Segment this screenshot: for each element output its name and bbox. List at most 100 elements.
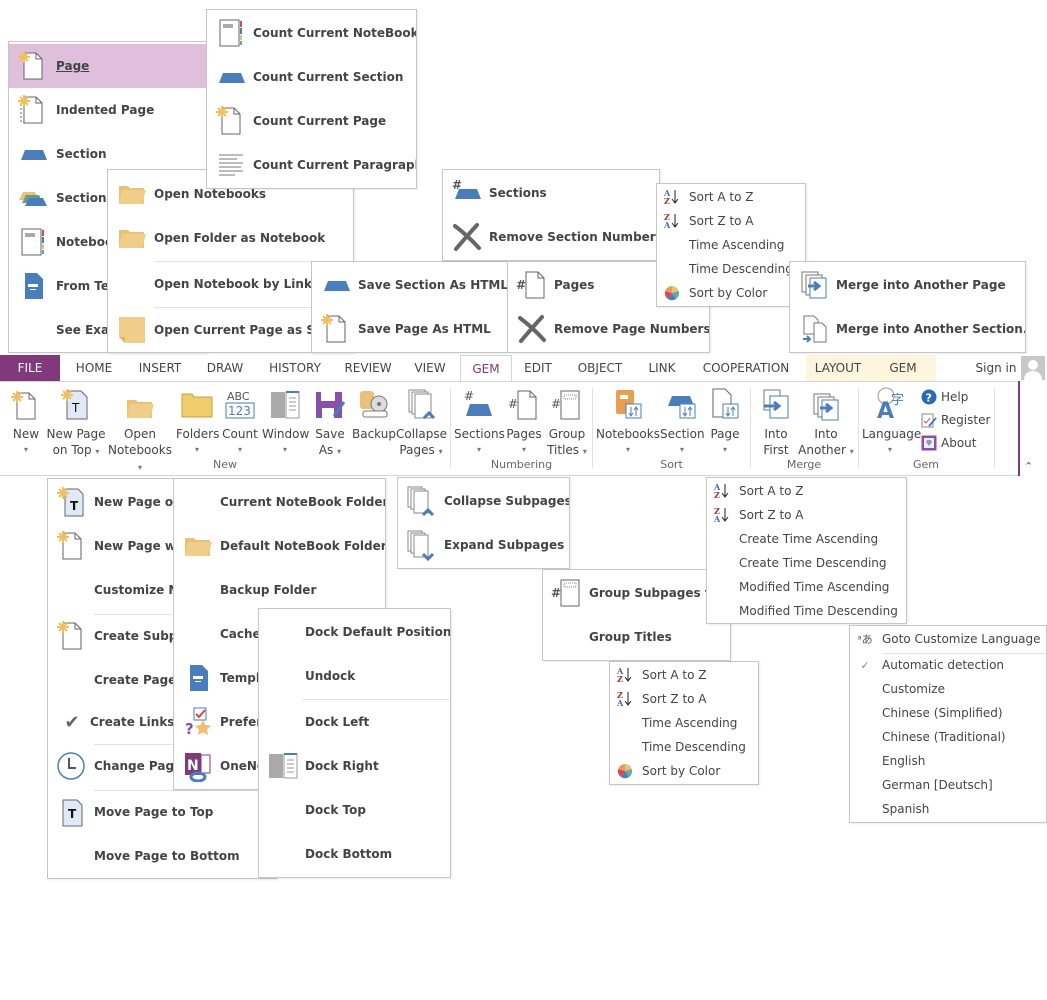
menu-item-label: Time Ascending xyxy=(689,238,785,252)
menu-item-backup-folder[interactable]: Backup Folder xyxy=(174,568,385,612)
sort-section-button[interactable]: Section ▾ xyxy=(660,386,705,458)
menu-item-expand-subpages[interactable]: Expand Subpages xyxy=(398,523,569,567)
menu-item-group-subpages-titles[interactable]: # Group Subpages titles xyxy=(543,571,730,615)
menu-item-number-sections[interactable]: # Sections xyxy=(443,171,659,215)
help-button[interactable]: ? Help xyxy=(921,387,968,407)
menu-item-default-notebook-folder[interactable]: Default NoteBook Folder xyxy=(174,524,385,568)
menu-item-count-paragraph[interactable]: Count Current Paragraph xyxy=(207,143,416,187)
into-first-button[interactable]: Into First xyxy=(756,386,796,458)
menu-item-move-page-to-top[interactable]: T Move Page to Top xyxy=(48,790,276,834)
group-separator xyxy=(858,388,859,468)
menu-item-count-section[interactable]: Count Current Section xyxy=(207,55,416,99)
new-page-on-top-button[interactable]: T New Page on Top ▾ xyxy=(46,386,106,460)
menu-item-label: Save Page As HTML xyxy=(358,322,491,336)
tab-gem-contextual[interactable]: GEM xyxy=(870,355,936,381)
menu-item-german[interactable]: German [Deutsch] xyxy=(850,773,1046,797)
menu-item-current-notebook-folder[interactable]: Current NoteBook Folder xyxy=(174,480,385,524)
menu-item-merge-section[interactable]: Merge into Another Section... xyxy=(790,307,1025,351)
menu-item-merge-page[interactable]: Merge into Another Page xyxy=(790,263,1025,307)
menu-item-save-section-html[interactable]: Save Section As HTML xyxy=(312,263,507,307)
menu-item-english[interactable]: English xyxy=(850,749,1046,773)
tab-layout[interactable]: LAYOUT xyxy=(806,355,870,381)
tab-object[interactable]: OBJECT xyxy=(570,355,630,381)
menu-item-automatic-detection[interactable]: ✓ Automatic detection xyxy=(850,653,1046,677)
tab-home[interactable]: HOME xyxy=(66,355,122,381)
sort-page-button[interactable]: Page ▾ xyxy=(706,386,744,458)
tab-gem[interactable]: GEM xyxy=(460,355,512,382)
new-page-icon xyxy=(10,386,42,422)
menu-item-count-page[interactable]: Count Current Page xyxy=(207,99,416,143)
menu-item-page[interactable]: Page xyxy=(9,44,207,88)
folders-button[interactable]: Folders ▾ xyxy=(176,386,219,458)
tab-file[interactable]: FILE xyxy=(0,355,60,381)
button-label: Pages xyxy=(399,443,435,457)
about-button[interactable]: About xyxy=(921,433,976,453)
sign-in-link[interactable]: Sign in xyxy=(972,355,1020,381)
menu-item-sort-z-a[interactable]: ZA Sort Z to A xyxy=(657,209,805,233)
register-button[interactable]: Register xyxy=(921,410,990,430)
menu-item-open-folder-as-notebook[interactable]: Open Folder as Notebook xyxy=(108,216,353,260)
avatar[interactable] xyxy=(1021,356,1045,380)
menu-item-sort-a-z[interactable]: AZ Sort A to Z xyxy=(657,185,805,209)
menu-item-sort-a-z[interactable]: AZ Sort A to Z xyxy=(707,479,906,503)
menu-item-indented-page[interactable]: Indented Page xyxy=(9,88,207,132)
collapse-ribbon-button[interactable]: ⌃ xyxy=(1024,460,1033,473)
menu-item-create-time-ascending[interactable]: Create Time Ascending xyxy=(707,527,906,551)
tab-review[interactable]: REVIEW xyxy=(338,355,398,381)
menu-item-time-descending[interactable]: Time Descending xyxy=(610,735,758,759)
menu-item-time-ascending[interactable]: Time Ascending xyxy=(610,711,758,735)
menu-item-save-page-html[interactable]: Save Page As HTML xyxy=(312,307,507,351)
pages-button[interactable]: # Pages ▾ xyxy=(504,386,544,458)
menu-item-goto-customize-language[interactable]: ᵃあ Goto Customize Language xyxy=(850,627,1046,651)
tab-edit[interactable]: EDIT xyxy=(516,355,560,381)
menu-item-spanish[interactable]: Spanish xyxy=(850,797,1046,821)
menu-item-sort-by-color[interactable]: Sort by Color xyxy=(657,281,805,305)
menu-item-move-page-to-bottom[interactable]: Move Page to Bottom xyxy=(48,834,276,878)
menu-item-group-titles[interactable]: Group Titles xyxy=(543,615,730,659)
language-icon: ᵃあ xyxy=(857,633,873,646)
sections-button[interactable]: # Sections ▾ xyxy=(454,386,505,458)
menu-item-sort-z-a[interactable]: ZA Sort Z to A xyxy=(610,687,758,711)
menu-item-sort-z-a[interactable]: ZA Sort Z to A xyxy=(707,503,906,527)
menu-item-dock-default[interactable]: Dock Default Position xyxy=(259,610,450,654)
menu-item-dock-left[interactable]: Dock Left xyxy=(259,700,450,744)
menu-item-undock[interactable]: Undock xyxy=(259,654,450,698)
menu-item-collapse-subpages[interactable]: Collapse Subpages xyxy=(398,479,569,523)
menu-item-chinese-simplified[interactable]: Chinese (Simplified) xyxy=(850,701,1046,725)
language-button[interactable]: A字 Language ▾ xyxy=(862,386,921,458)
menu-item-chinese-traditional[interactable]: Chinese (Traditional) xyxy=(850,725,1046,749)
menu-item-time-ascending[interactable]: Time Ascending xyxy=(657,233,805,257)
sort-notebooks-button[interactable]: Notebooks ▾ xyxy=(596,386,660,458)
menu-item-remove-section-numbers[interactable]: Remove Section Numbers xyxy=(443,215,659,259)
menu-item-modified-time-descending[interactable]: Modified Time Descending xyxy=(707,599,906,623)
tab-cooperation[interactable]: COOPERATION xyxy=(694,355,798,381)
tab-insert[interactable]: INSERT xyxy=(132,355,188,381)
save-as-button[interactable]: Save As ▾ xyxy=(312,386,348,460)
collapse-pages-button[interactable]: Collapse Pages ▾ xyxy=(396,386,447,460)
backup-button[interactable]: Backup xyxy=(352,386,396,442)
menu-item-dock-right[interactable]: Dock Right xyxy=(259,744,450,788)
menu-item-remove-page-numbers[interactable]: Remove Page Numbers xyxy=(508,307,709,351)
group-label-sort: Sort xyxy=(660,458,683,471)
new-page-top-icon: T xyxy=(56,486,88,518)
tab-history[interactable]: HISTORY xyxy=(262,355,328,381)
menu-item-create-time-descending[interactable]: Create Time Descending xyxy=(707,551,906,575)
count-button[interactable]: ABC 123 Count ▾ xyxy=(220,386,260,458)
into-another-button[interactable]: Into Another ▾ xyxy=(798,386,854,460)
menu-item-label: Spanish xyxy=(882,802,930,816)
menu-item-dock-bottom[interactable]: Dock Bottom xyxy=(259,832,450,876)
menu-item-dock-top[interactable]: Dock Top xyxy=(259,788,450,832)
ribbon-tabs: FILE HOME INSERT DRAW HISTORY REVIEW VIE… xyxy=(0,355,1045,382)
menu-item-sort-by-color[interactable]: Sort by Color xyxy=(610,759,758,783)
tab-link[interactable]: LINK xyxy=(640,355,684,381)
menu-item-sort-a-z[interactable]: AZ Sort A to Z xyxy=(610,663,758,687)
tab-draw[interactable]: DRAW xyxy=(198,355,252,381)
menu-item-time-descending[interactable]: Time Descending xyxy=(657,257,805,281)
menu-item-modified-time-ascending[interactable]: Modified Time Ascending xyxy=(707,575,906,599)
tab-view[interactable]: VIEW xyxy=(406,355,454,381)
menu-item-count-notebook[interactable]: Count Current NoteBook xyxy=(207,11,416,55)
menu-item-customize[interactable]: Customize xyxy=(850,677,1046,701)
window-button[interactable]: Window ▾ xyxy=(262,386,309,458)
new-button[interactable]: New ▾ xyxy=(6,386,46,458)
group-titles-button[interactable]: # Group Titles ▾ xyxy=(546,386,588,460)
